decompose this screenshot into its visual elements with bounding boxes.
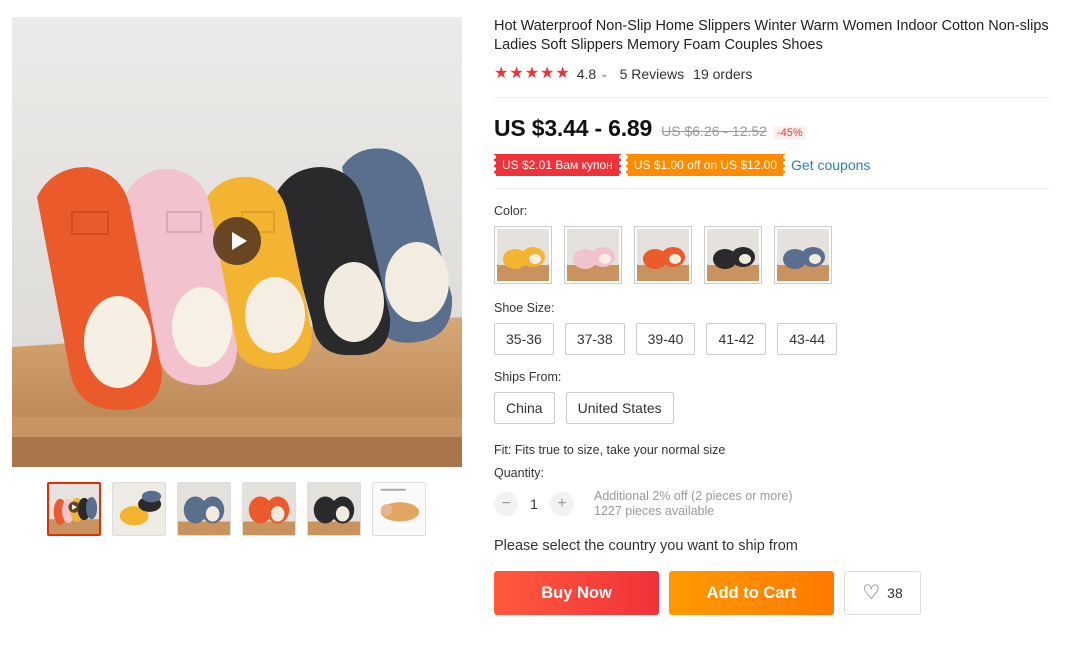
ships-from-options: China United States xyxy=(494,392,1050,424)
divider xyxy=(494,97,1050,98)
wishlist-button[interactable]: ♡ 38 xyxy=(844,571,921,615)
quantity-info: Additional 2% off (2 pieces or more) 122… xyxy=(594,489,792,519)
orders-count: 19 orders xyxy=(693,66,753,82)
color-swatches xyxy=(494,226,1050,284)
store-coupon[interactable]: US $2.01 Вам купон xyxy=(494,154,621,176)
shoe-size-label: Shoe Size: xyxy=(494,301,555,315)
thumbnail-5[interactable] xyxy=(307,482,361,536)
star-icon: ★ xyxy=(494,65,509,82)
swatch-black[interactable] xyxy=(704,226,762,284)
ships-from-united-states[interactable]: United States xyxy=(565,392,674,424)
discount-badge: -45% xyxy=(773,126,806,140)
buy-now-button[interactable]: Buy Now xyxy=(494,571,659,615)
reviews-link[interactable]: 5 Reviews xyxy=(620,66,685,82)
decrease-quantity-button[interactable]: − xyxy=(494,492,518,516)
fit-note: Fit: Fits true to size, take your normal… xyxy=(494,443,726,457)
action-buttons: Buy Now Add to Cart ♡ 38 xyxy=(494,571,1050,615)
add-to-cart-button[interactable]: Add to Cart xyxy=(669,571,834,615)
chevron-down-icon[interactable]: ⌄ xyxy=(600,69,608,80)
product-info: Hot Waterproof Non-Slip Home Slippers Wi… xyxy=(494,17,1050,615)
swatch-pink[interactable] xyxy=(564,226,622,284)
thumbnail-strip xyxy=(47,482,426,536)
rating-stars: ★ ★ ★ ★ ★ xyxy=(494,66,570,82)
product-title: Hot Waterproof Non-Slip Home Slippers Wi… xyxy=(494,18,1049,53)
price-row: US $3.44 - 6.89 US $6.26 - 12.52 -45% xyxy=(494,115,1050,142)
ships-from-china[interactable]: China xyxy=(494,392,555,424)
swatch-blue-gray[interactable] xyxy=(774,226,832,284)
size-option[interactable]: 41-42 xyxy=(706,323,767,355)
quantity-input[interactable]: 1 xyxy=(518,496,550,512)
thumbnail-4[interactable] xyxy=(242,482,296,536)
thumbnail-1[interactable] xyxy=(47,482,101,536)
rating-value[interactable]: 4.8 xyxy=(577,66,596,82)
color-label: Color: xyxy=(494,204,528,218)
select-coupon[interactable]: US $1.00 off on US $12.00 xyxy=(625,154,786,176)
swatch-yellow[interactable] xyxy=(494,226,552,284)
thumbnail-6[interactable] xyxy=(372,482,426,536)
divider xyxy=(494,188,1050,189)
pieces-available: 1227 pieces available xyxy=(594,504,715,518)
current-price: US $3.44 - 6.89 xyxy=(494,115,653,141)
star-icon: ★ xyxy=(555,65,570,82)
play-video-button[interactable] xyxy=(213,217,261,265)
ships-from-label: Ships From: xyxy=(494,370,562,384)
size-option[interactable]: 43-44 xyxy=(777,323,838,355)
thumbnail-3[interactable] xyxy=(177,482,231,536)
swatch-orange[interactable] xyxy=(634,226,692,284)
star-icon: ★ xyxy=(509,65,524,82)
size-option[interactable]: 37-38 xyxy=(564,323,625,355)
thumbnail-2[interactable] xyxy=(112,482,166,536)
heart-icon: ♡ xyxy=(862,582,881,604)
quantity-label: Quantity: xyxy=(494,466,545,480)
wishlist-count: 38 xyxy=(887,585,903,601)
rating-row: ★ ★ ★ ★ ★ 4.8 ⌄ 5 Reviews 19 orders xyxy=(494,66,1050,83)
main-product-image[interactable] xyxy=(12,17,462,467)
size-option[interactable]: 39-40 xyxy=(635,323,696,355)
get-coupons-link[interactable]: Get coupons xyxy=(791,157,870,173)
ship-country-prompt: Please select the country you want to sh… xyxy=(494,538,798,554)
increase-quantity-button[interactable]: + xyxy=(550,492,574,516)
coupon-row: US $2.01 Вам купон US $1.00 off on US $1… xyxy=(494,154,1050,176)
star-icon: ★ xyxy=(524,65,540,82)
size-option[interactable]: 35-36 xyxy=(494,323,554,355)
shoe-size-options: 35-36 37-38 39-40 41-42 43-44 xyxy=(494,323,1050,355)
additional-discount-note: Additional 2% off (2 pieces or more) xyxy=(594,489,793,503)
quantity-stepper: − 1 + Additional 2% off (2 pieces or mor… xyxy=(494,489,1050,519)
star-icon: ★ xyxy=(540,65,555,82)
original-price: US $6.26 - 12.52 xyxy=(661,123,767,139)
